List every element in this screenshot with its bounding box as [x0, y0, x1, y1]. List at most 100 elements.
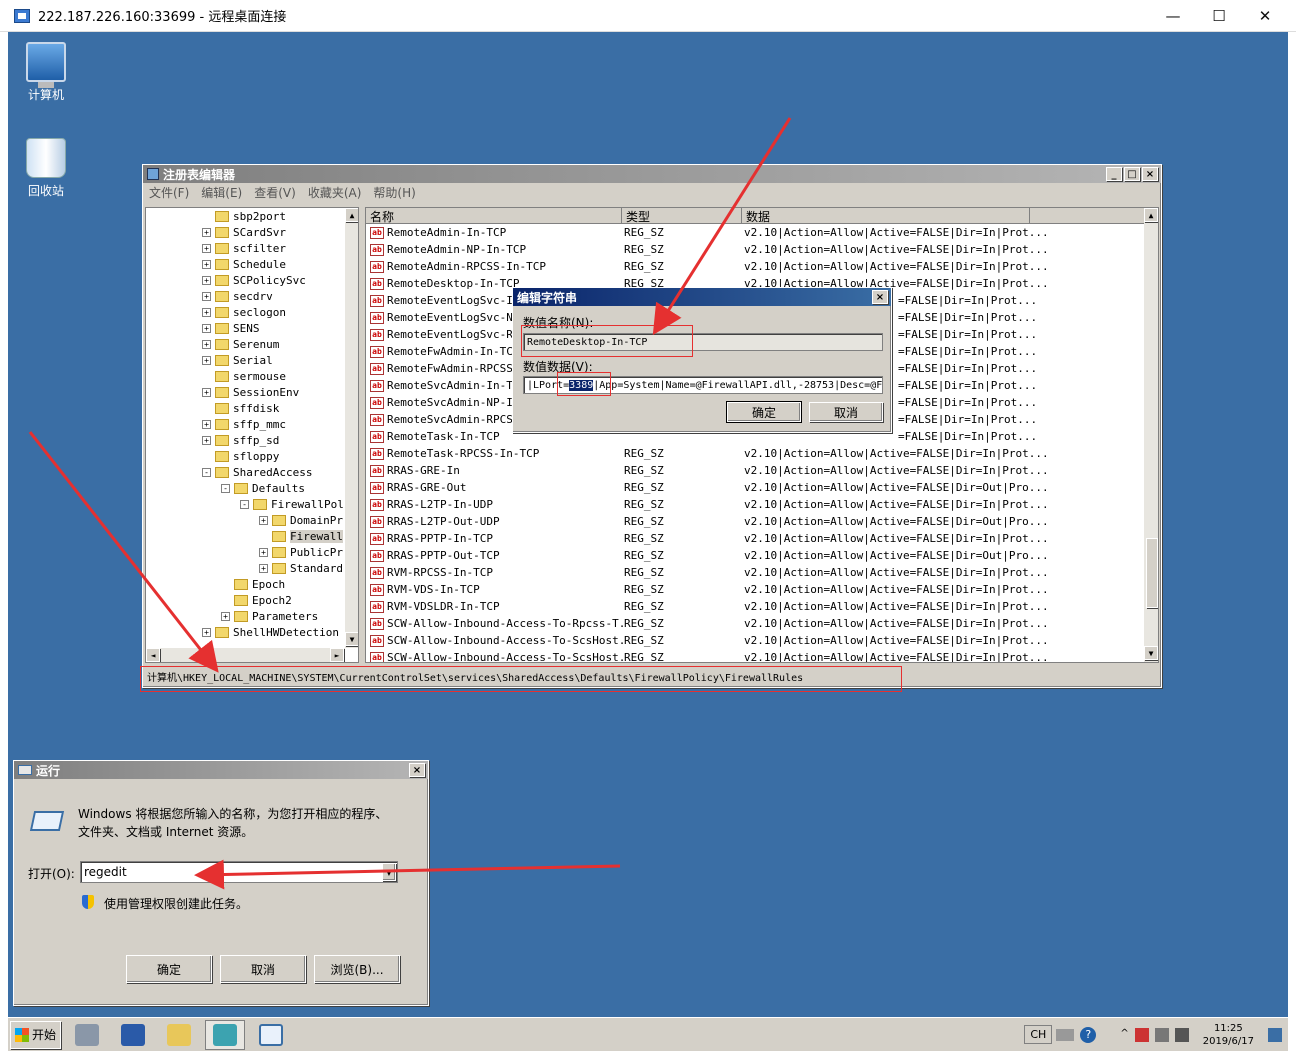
desktop-icon-recycle-bin[interactable]: 回收站 [8, 138, 84, 199]
minimize-button[interactable]: — [1150, 0, 1196, 32]
collapse-icon[interactable]: - [240, 499, 249, 509]
taskbar-powershell[interactable] [113, 1020, 153, 1050]
expand-icon[interactable]: + [202, 227, 211, 237]
start-button[interactable]: 开始 [10, 1020, 62, 1049]
scroll-up-arrow-icon[interactable]: ▲ [1144, 208, 1158, 222]
tree-node[interactable]: - FirewallPol [240, 496, 344, 512]
collapse-icon[interactable]: - [221, 483, 230, 493]
run-browse-button[interactable]: 浏览(B)... [314, 955, 400, 983]
tree-node[interactable]: + SCPolicySvc [202, 272, 306, 288]
expand-icon[interactable]: + [202, 291, 211, 301]
regedit-maximize-button[interactable]: □ [1124, 167, 1140, 181]
expand-icon[interactable]: + [221, 611, 230, 621]
notification-expand-icon[interactable]: ^ [1120, 1028, 1128, 1042]
close-button[interactable]: ✕ [1242, 0, 1288, 32]
list-item[interactable]: ab RRAS-PPTP-Out-TCP REG_SZ v2.10|Action=Al… [366, 547, 1049, 564]
taskbar-regedit[interactable] [205, 1019, 246, 1050]
expand-icon[interactable]: + [202, 435, 211, 445]
list-item[interactable]: ab RVM-RPCSS-In-TCP REG_SZ v2.10|Action=All… [366, 564, 1049, 581]
registry-values-list[interactable]: 名称 类型 数据 ab RemoteAdmin-In-TCP REG_SZ v2.10… [365, 207, 1159, 663]
tree-node[interactable]: sffdisk [202, 400, 279, 416]
taskbar-run[interactable] [251, 1020, 291, 1050]
tree-node[interactable]: + Schedule [202, 256, 286, 272]
list-item[interactable]: ab RRAS-PPTP-In-TCP REG_SZ v2.10|Action=All… [366, 530, 1049, 547]
tree-node[interactable]: + secdrv [202, 288, 273, 304]
dropdown-arrow-icon[interactable]: ▼ [382, 863, 396, 881]
clock[interactable]: 11:25 2019/6/17 [1203, 1022, 1254, 1048]
tree-node[interactable]: - Defaults [221, 480, 305, 496]
language-indicator[interactable]: CH [1024, 1025, 1053, 1044]
regedit-minimize-button[interactable]: _ [1106, 167, 1122, 181]
scroll-down-arrow-icon[interactable]: ▼ [1144, 646, 1158, 660]
keyboard-icon[interactable] [1056, 1028, 1075, 1041]
network-icon[interactable] [1154, 1027, 1169, 1042]
tree-node[interactable]: + Serial [202, 352, 273, 368]
tree-node[interactable]: + scfilter [202, 240, 286, 256]
list-item[interactable]: ab RemoteAdmin-RPCSS-In-TCP REG_SZ v2.10|Ac… [366, 258, 1049, 275]
expand-icon[interactable]: + [202, 259, 211, 269]
volume-muted-icon[interactable] [1174, 1027, 1189, 1042]
taskbar-explorer[interactable] [159, 1020, 199, 1050]
column-data[interactable]: 数据 [742, 208, 1030, 224]
run-ok-button[interactable]: 确定 [126, 955, 212, 983]
list-item[interactable]: ab SCW-Allow-Inbound-Access-To-Rpcss-T...… [366, 615, 1049, 632]
menu-file[interactable]: 文件(F) [143, 184, 195, 201]
tree-node[interactable]: - SharedAccess [202, 464, 312, 480]
tree-horizontal-scrollbar[interactable]: ◄ ► [146, 648, 345, 662]
expand-icon[interactable]: + [259, 547, 268, 557]
list-vertical-scrollbar[interactable]: ▲ ▼ [1144, 208, 1158, 662]
list-item[interactable]: ab RVM-VDS-In-TCP REG_SZ v2.10|Action=Allow… [366, 581, 1049, 598]
tree-node[interactable]: + sffp_mmc [202, 416, 286, 432]
tree-node[interactable]: + Parameters [221, 608, 318, 624]
list-item[interactable]: ab SCW-Allow-Inbound-Access-To-ScsHost...… [366, 632, 1049, 649]
show-desktop-icon[interactable] [1268, 1027, 1282, 1042]
run-close-button[interactable]: × [409, 763, 425, 777]
tree-node[interactable]: sermouse [202, 368, 286, 384]
tree-node[interactable]: + Standard [259, 560, 343, 576]
list-item[interactable]: ab RemoteTask-RPCSS-In-TCP REG_SZ v2.10|Act… [366, 445, 1049, 462]
expand-icon[interactable]: + [202, 355, 211, 365]
expand-icon[interactable]: + [202, 419, 211, 429]
tree-node[interactable]: sfloppy [202, 448, 279, 464]
expand-icon[interactable]: + [202, 339, 211, 349]
tree-node[interactable]: sbp2port [202, 208, 286, 224]
list-item[interactable]: ab RRAS-L2TP-In-UDP REG_SZ v2.10|Action=All… [366, 496, 1049, 513]
registry-tree[interactable]: sbp2port + SCardSvr + scfilter + Schedule + SCPo… [145, 207, 359, 663]
edit-string-cancel-button[interactable]: 取消 [809, 402, 883, 422]
menu-view[interactable]: 查看(V) [248, 184, 302, 201]
expand-icon[interactable]: + [259, 515, 268, 525]
expand-icon[interactable]: + [202, 627, 211, 637]
run-cancel-button[interactable]: 取消 [220, 955, 306, 983]
list-item[interactable]: ab RemoteAdmin-NP-In-TCP REG_SZ v2.10|Actio… [366, 241, 1049, 258]
tree-node[interactable]: Firewall [259, 528, 343, 544]
menu-edit[interactable]: 编辑(E) [195, 184, 248, 201]
edit-string-close-button[interactable]: × [872, 290, 888, 304]
tree-node[interactable]: + sffp_sd [202, 432, 279, 448]
expand-icon[interactable]: + [202, 387, 211, 397]
scroll-right-arrow-icon[interactable]: ► [330, 648, 344, 662]
list-item[interactable]: ab SCW-Allow-Inbound-Access-To-ScsHost...… [366, 649, 1049, 662]
expand-icon[interactable]: + [259, 563, 268, 573]
scroll-down-arrow-icon[interactable]: ▼ [345, 632, 358, 646]
taskbar-server-manager[interactable] [67, 1020, 107, 1050]
tree-node[interactable]: + Serenum [202, 336, 279, 352]
menu-help[interactable]: 帮助(H) [367, 184, 421, 201]
collapse-icon[interactable]: - [202, 467, 211, 477]
tree-node[interactable]: + ShellHWDetection [202, 624, 339, 640]
regedit-close-button[interactable]: × [1142, 167, 1158, 181]
maximize-button[interactable]: ☐ [1196, 0, 1242, 32]
list-item[interactable]: ab RemoteAdmin-In-TCP REG_SZ v2.10|Action=A… [366, 224, 1049, 241]
edit-string-ok-button[interactable]: 确定 [726, 401, 802, 423]
expand-icon[interactable]: + [202, 307, 211, 317]
list-item[interactable]: ab RRAS-GRE-In REG_SZ v2.10|Action=Allow|Ac… [366, 462, 1049, 479]
tree-vertical-scrollbar[interactable]: ▲ ▼ [345, 208, 358, 648]
tree-node[interactable]: Epoch [221, 576, 285, 592]
list-item[interactable]: ab RRAS-L2TP-Out-UDP REG_SZ v2.10|Action=Al… [366, 513, 1049, 530]
menu-favorites[interactable]: 收藏夹(A) [302, 184, 368, 201]
list-item[interactable]: ab RVM-VDSLDR-In-TCP REG_SZ v2.10|Action=Al… [366, 598, 1049, 615]
column-type[interactable]: 类型 [622, 208, 742, 224]
tree-node[interactable]: + SessionEnv [202, 384, 299, 400]
column-name[interactable]: 名称 [366, 208, 622, 224]
expand-icon[interactable]: + [202, 243, 211, 253]
tree-node[interactable]: + PublicPr [259, 544, 343, 560]
